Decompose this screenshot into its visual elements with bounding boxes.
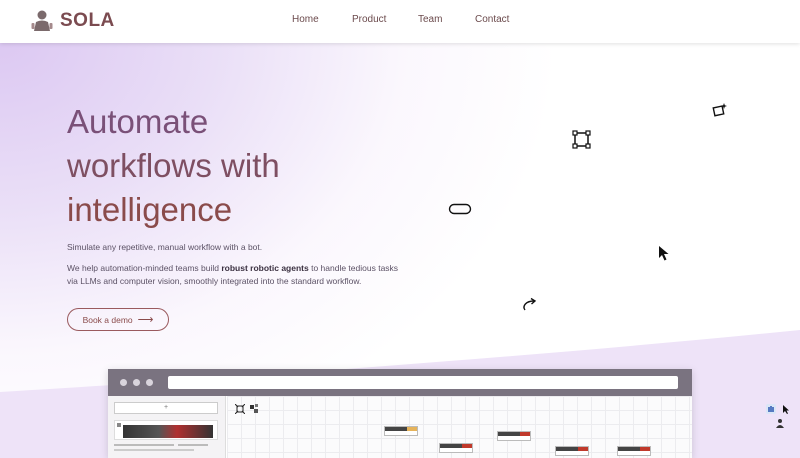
book-demo-button[interactable]: Book a demo ⟶ (67, 308, 169, 331)
bounding-box-icon (572, 130, 591, 149)
headline-line-3: intelligence (67, 191, 233, 228)
flow-node-5 (617, 446, 651, 456)
preview-thumbnail (114, 420, 218, 440)
brand-name: SOLA (60, 10, 115, 31)
cursor-arrow-icon (659, 246, 669, 261)
flow-node-4 (555, 446, 589, 456)
nav-team[interactable]: Team (418, 14, 442, 25)
hero-subtitle: Simulate any repetitive, manual workflow… (67, 242, 263, 252)
headline-line-2: workflows with (67, 147, 280, 184)
flow-node-2 (439, 443, 473, 453)
flow-node-3 (497, 431, 531, 441)
hero-headline: Automate workflows with intelligence (67, 100, 280, 232)
select-icon (235, 404, 245, 414)
description-bold: robust robotic agents (221, 263, 309, 273)
hand-icon (766, 404, 776, 414)
top-navbar: SOLA Home Product Team Contact (0, 0, 800, 43)
robot-logo-icon (31, 10, 53, 31)
browser-titlebar (108, 369, 692, 396)
preview-sidebar: + (108, 396, 226, 458)
arrow-right-icon: ⟶ (137, 314, 154, 326)
window-dot-3 (146, 379, 153, 386)
curved-arrow-icon (523, 297, 537, 311)
user-icon (776, 419, 784, 428)
headline-line-1: Automate (67, 103, 209, 140)
nav-contact[interactable]: Contact (475, 14, 509, 25)
window-dot-1 (120, 379, 127, 386)
preview-canvas (227, 396, 789, 458)
sparkle-select-icon (712, 103, 727, 117)
browser-url-bar (168, 376, 678, 389)
window-dot-2 (133, 379, 140, 386)
nav-home[interactable]: Home (292, 14, 319, 25)
nav-product[interactable]: Product (352, 14, 386, 25)
description-text-1: We help automation-minded teams build (67, 263, 222, 273)
preview-side-input: + (114, 402, 218, 414)
hero-description: We help automation-minded teams build ro… (67, 262, 407, 288)
pill-shape-icon (448, 203, 472, 215)
book-demo-label: Book a demo (82, 314, 133, 325)
app-preview-mockup: + (108, 369, 789, 458)
brand-logo[interactable]: SOLA (30, 9, 115, 33)
flow-node-1 (384, 426, 418, 436)
pointer-click-icon (783, 405, 789, 414)
group-icon (250, 404, 258, 413)
